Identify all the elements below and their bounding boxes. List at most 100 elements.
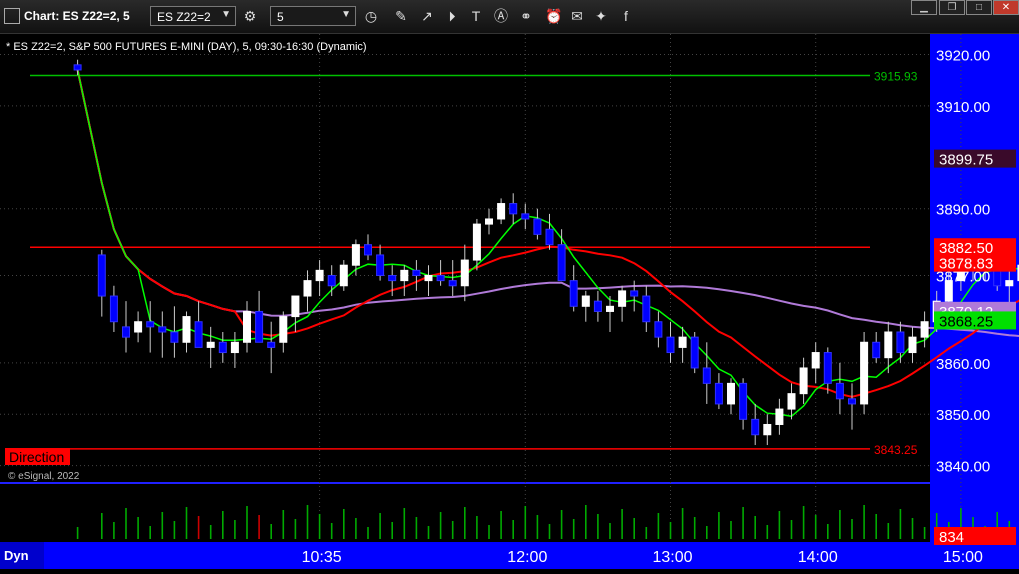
candle[interactable] bbox=[823, 352, 832, 384]
candle[interactable] bbox=[146, 321, 155, 328]
close-button[interactable]: ✕ bbox=[993, 0, 1019, 15]
candle[interactable] bbox=[908, 336, 917, 354]
candle[interactable] bbox=[848, 398, 856, 405]
volume-bar bbox=[76, 527, 79, 539]
candle[interactable] bbox=[73, 64, 82, 71]
candle[interactable] bbox=[896, 331, 905, 354]
candle[interactable] bbox=[497, 203, 506, 220]
alert-bell-icon[interactable]: ⏰ bbox=[545, 7, 563, 25]
clock-icon[interactable]: ◷ bbox=[362, 7, 380, 25]
settings-icon[interactable]: ⚙ bbox=[241, 7, 259, 25]
text-icon[interactable]: T bbox=[467, 7, 485, 25]
symbol-select[interactable]: ES Z22=2 ▼ bbox=[150, 6, 236, 26]
candle[interactable] bbox=[170, 331, 179, 343]
price-chart[interactable]: 3915.933843.253920.003910.003890.003877.… bbox=[0, 34, 1019, 569]
candle[interactable] bbox=[509, 203, 518, 215]
candle[interactable] bbox=[860, 341, 869, 405]
candle[interactable] bbox=[255, 310, 264, 343]
candle[interactable] bbox=[811, 352, 820, 369]
candle[interactable] bbox=[206, 341, 215, 348]
pencil-icon[interactable]: ✎ bbox=[392, 7, 410, 25]
chart-title: * ES Z22=2, S&P 500 FUTURES E-MINI (DAY)… bbox=[6, 41, 367, 53]
candle[interactable] bbox=[521, 213, 530, 220]
candle[interactable] bbox=[388, 274, 397, 282]
candle[interactable] bbox=[835, 382, 844, 400]
interval-select[interactable]: 5 ▼ bbox=[270, 6, 356, 26]
candle[interactable] bbox=[400, 269, 409, 282]
candle[interactable] bbox=[303, 280, 312, 297]
candle[interactable] bbox=[194, 321, 203, 348]
y-tick-label: 3910.00 bbox=[936, 99, 990, 116]
volume-bar bbox=[766, 525, 769, 539]
play-icon[interactable]: ⏵ bbox=[443, 7, 461, 25]
candle[interactable] bbox=[472, 223, 481, 261]
candle[interactable] bbox=[799, 367, 808, 395]
candle[interactable] bbox=[109, 295, 118, 323]
candle[interactable] bbox=[593, 300, 602, 312]
candle[interactable] bbox=[122, 326, 130, 338]
candle[interactable] bbox=[158, 326, 167, 333]
volume-bar bbox=[488, 525, 490, 539]
comment-icon[interactable]: ✉ bbox=[568, 7, 586, 25]
candle[interactable] bbox=[243, 310, 251, 343]
candle[interactable] bbox=[1005, 280, 1014, 287]
chart-area[interactable]: 3915.93 3843.25 3920.00 3910.00 3890.00 3877.… bbox=[0, 34, 1019, 569]
candle[interactable] bbox=[920, 321, 929, 338]
volume-bar bbox=[814, 515, 817, 539]
candle[interactable] bbox=[230, 341, 239, 354]
candle[interactable] bbox=[134, 321, 143, 333]
candle[interactable] bbox=[412, 269, 421, 276]
twitter-icon[interactable]: ✦ bbox=[592, 7, 610, 25]
candle[interactable] bbox=[606, 305, 614, 312]
link-icon[interactable]: ⚭ bbox=[517, 7, 535, 25]
candle[interactable] bbox=[775, 408, 784, 425]
candle[interactable] bbox=[376, 254, 385, 276]
candle[interactable] bbox=[364, 244, 372, 256]
candle[interactable] bbox=[448, 280, 457, 287]
candle[interactable] bbox=[279, 316, 288, 343]
volume-bar bbox=[911, 518, 914, 539]
candle[interactable] bbox=[714, 382, 723, 405]
candle[interactable] bbox=[182, 316, 191, 343]
candle[interactable] bbox=[739, 382, 748, 420]
candle[interactable] bbox=[557, 244, 566, 282]
candle[interactable] bbox=[327, 274, 336, 287]
candle[interactable] bbox=[872, 341, 881, 359]
candle[interactable] bbox=[545, 228, 554, 246]
candle[interactable] bbox=[97, 254, 106, 297]
candle[interactable] bbox=[339, 264, 348, 287]
candle[interactable] bbox=[351, 244, 360, 266]
candle[interactable] bbox=[642, 295, 651, 323]
candle[interactable] bbox=[569, 280, 578, 307]
candle[interactable] bbox=[763, 423, 772, 436]
alert-icon[interactable]: Ⓐ bbox=[492, 7, 510, 25]
candle[interactable] bbox=[787, 393, 796, 410]
line-tool-icon[interactable]: ↗ bbox=[418, 7, 436, 25]
candle[interactable] bbox=[267, 341, 276, 348]
restore-button[interactable]: ❐ bbox=[939, 0, 965, 15]
candle[interactable] bbox=[690, 336, 699, 369]
candle[interactable] bbox=[218, 341, 227, 354]
candle[interactable] bbox=[751, 418, 760, 436]
candle[interactable] bbox=[618, 290, 627, 307]
candle[interactable] bbox=[315, 269, 324, 282]
candle[interactable] bbox=[436, 274, 445, 282]
candle[interactable] bbox=[702, 367, 711, 384]
candle[interactable] bbox=[884, 331, 893, 359]
candle[interactable] bbox=[666, 336, 675, 354]
candle[interactable] bbox=[654, 321, 663, 338]
candle[interactable] bbox=[678, 336, 687, 348]
candle[interactable] bbox=[630, 290, 639, 297]
candle[interactable] bbox=[291, 295, 300, 318]
maximize-button[interactable]: □ bbox=[966, 0, 992, 15]
candle[interactable] bbox=[581, 295, 590, 307]
candle[interactable] bbox=[533, 218, 542, 235]
volume-tag-label: 834 bbox=[939, 529, 964, 546]
facebook-icon[interactable]: f bbox=[617, 7, 635, 25]
candle[interactable] bbox=[727, 382, 735, 405]
candle[interactable] bbox=[460, 259, 469, 287]
candle[interactable] bbox=[485, 218, 493, 225]
candle[interactable] bbox=[424, 274, 433, 282]
minimize-button[interactable]: ▁ bbox=[911, 0, 937, 15]
volume-bar bbox=[415, 517, 418, 539]
